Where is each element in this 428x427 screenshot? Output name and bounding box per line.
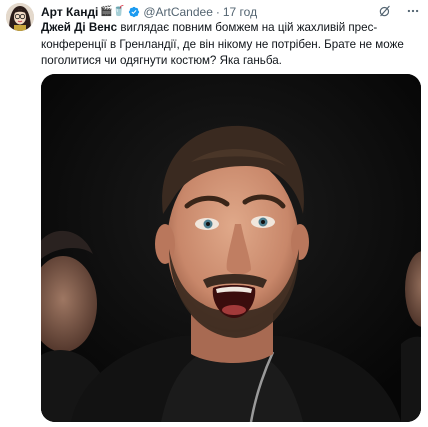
- tweet-text: Джей Ді Венс виглядає повним бомжем на ц…: [41, 20, 421, 70]
- media-photo: [41, 74, 421, 422]
- author-name[interactable]: Арт Канді: [41, 5, 98, 19]
- timestamp[interactable]: 17 год: [223, 5, 257, 19]
- author-handle[interactable]: @ArtCandee: [143, 5, 213, 19]
- more-options-icon[interactable]: [406, 4, 420, 21]
- separator-dot: ·: [215, 5, 220, 19]
- tweet-header: Арт Канді 🎬🥤 @ArtCandee · 17 год: [41, 4, 420, 20]
- verified-badge-icon[interactable]: [128, 6, 140, 18]
- avatar-image: [6, 3, 34, 31]
- author-emojis: 🎬🥤: [100, 6, 126, 17]
- tweet-text-bold: Джей Ді Венс: [41, 21, 118, 34]
- grok-icon[interactable]: [378, 4, 392, 21]
- tweet[interactable]: Арт Канді 🎬🥤 @ArtCandee · 17 год Джей Ді…: [0, 0, 428, 427]
- tweet-media[interactable]: [41, 74, 421, 422]
- header-actions: [378, 4, 420, 21]
- avatar[interactable]: [6, 3, 34, 31]
